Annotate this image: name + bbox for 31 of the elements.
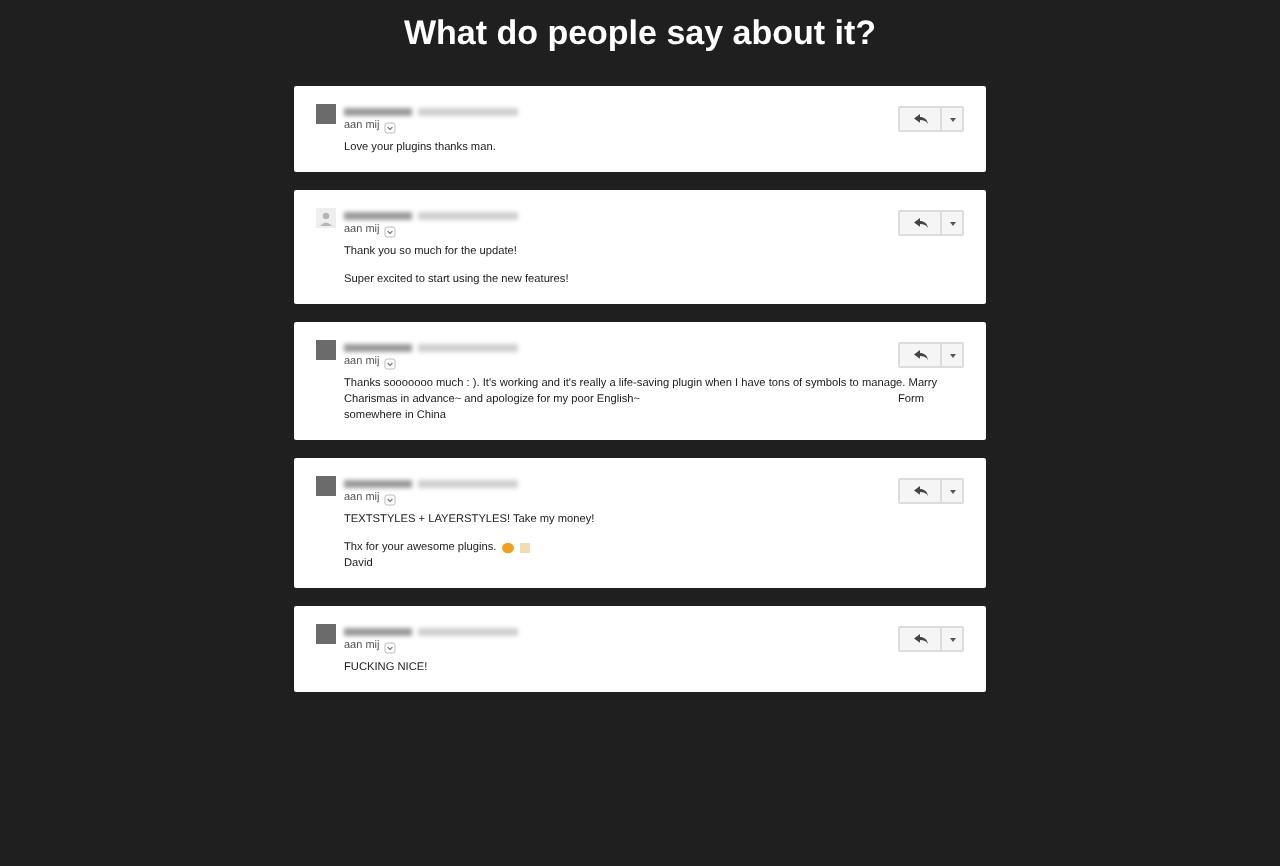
blurred-email [418,211,518,219]
reply-arrow-icon [913,486,927,496]
reply-arrow-icon [913,218,927,228]
dropdown-caret-icon[interactable] [383,493,396,505]
caret-icon [949,353,955,357]
blurred-name [344,211,412,219]
photo-placeholder [316,104,336,124]
caret-icon [949,117,955,121]
blurred-name [344,343,412,351]
blurred-email [418,479,518,487]
caret-icon [949,637,955,641]
blurred-name [344,107,412,115]
dropdown-caret-icon[interactable] [383,225,396,237]
blurred-name [344,627,412,635]
dropdown-caret-icon[interactable] [383,121,396,133]
blurred-email [418,107,518,115]
blurred-email [418,343,518,351]
reply-arrow-icon [913,350,927,360]
dropdown-caret-icon[interactable] [383,641,396,653]
person-icon [316,208,336,228]
caret-icon [949,221,955,225]
caret-icon [949,489,955,493]
section-heading: What do people say about it? [403,12,877,56]
reply-arrow-icon [913,634,927,644]
dropdown-caret-icon[interactable] [383,357,396,369]
reply-arrow-icon [913,114,927,124]
blurred-name [344,479,412,487]
blurred-email [418,627,518,635]
photo-placeholder [316,624,336,644]
photo-placeholder [316,476,336,496]
photo-placeholder [316,340,336,360]
